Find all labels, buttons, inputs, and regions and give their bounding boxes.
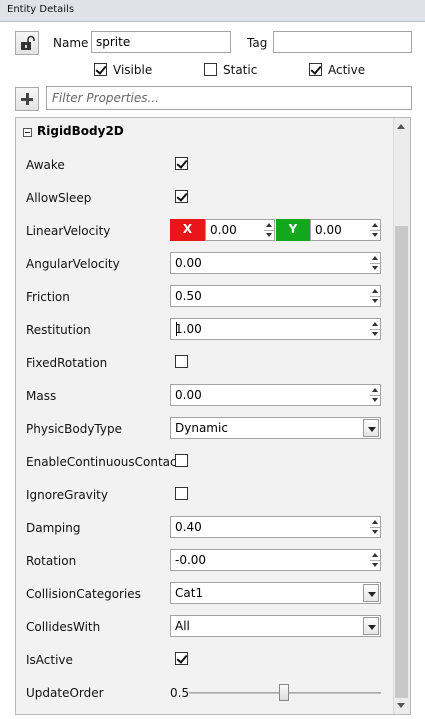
physic-body-type-select[interactable]: Dynamic [170,417,381,439]
allow-sleep-checkbox[interactable] [175,190,188,203]
active-label: Active [328,63,366,77]
damping-label: Damping [26,521,81,535]
is-active-checkbox[interactable] [175,652,188,665]
spin-arrows-icon[interactable] [264,220,274,240]
chevron-down-icon[interactable] [363,617,379,635]
tag-input[interactable] [273,31,412,53]
rotation-input[interactable]: -0.00 [170,549,381,571]
rotation-label: Rotation [26,554,77,568]
collision-categories-select[interactable]: Cat1 [170,582,381,604]
mass-label: Mass [26,389,57,403]
friction-input[interactable]: 0.50 [170,285,381,307]
visible-checkbox[interactable] [94,63,107,76]
linear-velocity-label: LinearVelocity [26,224,111,238]
rotation-value: -0.00 [175,553,207,567]
enable-continuous-contact-checkbox[interactable] [175,454,188,467]
damping-value: 0.40 [175,520,202,534]
collision-categories-label: CollisionCategories [26,587,141,601]
x-axis-tag: X [170,219,205,241]
vertical-scrollbar[interactable] [393,118,410,714]
awake-label: Awake [26,158,65,172]
tag-label: Tag [247,36,268,50]
group-header-rigidbody2d[interactable]: RigidBody2D [16,118,394,144]
fixed-rotation-label: FixedRotation [26,356,108,370]
spin-arrows-icon[interactable] [370,253,380,273]
awake-checkbox[interactable] [175,157,188,170]
restitution-label: Restitution [26,323,91,337]
visible-label: Visible [113,63,153,77]
active-checkbox[interactable] [309,63,322,76]
enable-continuous-contact-label: EnableContinuousContact [26,455,182,469]
panel-title: Entity Details [7,4,75,15]
collision-categories-value: Cat1 [175,586,204,600]
physic-body-type-label: PhysicBodyType [26,422,122,436]
restitution-input[interactable]: 1.00 [170,318,381,340]
spin-arrows-icon[interactable] [370,550,380,570]
spin-arrows-icon[interactable] [370,220,380,240]
update-order-slider-thumb[interactable] [279,684,289,701]
restitution-value: 1.00 [175,322,202,336]
spin-arrows-icon[interactable] [370,385,380,405]
static-label: Static [223,63,258,77]
allow-sleep-label: AllowSleep [26,191,92,205]
friction-label: Friction [26,290,70,304]
physic-body-type-value: Dynamic [175,421,228,435]
collapse-icon[interactable] [23,128,32,137]
angular-velocity-input[interactable]: 0.00 [170,252,381,274]
update-order-label: UpdateOrder [26,686,104,700]
spin-arrows-icon[interactable] [370,319,380,339]
spin-arrows-icon[interactable] [370,286,380,306]
scrollbar-thumb[interactable] [395,226,408,698]
friction-value: 0.50 [175,289,202,303]
angular-velocity-label: AngularVelocity [26,257,120,271]
scroll-up-arrow-icon[interactable] [393,118,410,135]
unlock-icon [21,35,35,50]
linear-velocity-x-value: 0.00 [210,223,237,237]
lock-button[interactable] [15,31,39,55]
spin-arrows-icon[interactable] [370,517,380,537]
collides-with-label: CollidesWith [26,620,101,634]
linear-velocity-x-input[interactable]: 0.00 [205,219,275,241]
name-input[interactable]: sprite [91,31,231,53]
chevron-down-icon[interactable] [363,584,379,602]
collides-with-select[interactable]: All [170,615,381,637]
update-order-value: 0.5 [170,686,190,700]
linear-velocity-y-input[interactable]: 0.00 [310,219,381,241]
chevron-down-icon[interactable] [363,419,379,437]
y-axis-tag: Y [276,219,310,241]
angular-velocity-value: 0.00 [175,256,202,270]
name-label: Name [53,36,89,50]
scroll-down-arrow-icon[interactable] [393,697,410,714]
is-active-label: IsActive [26,653,73,667]
property-panel: RigidBody2D Awake AllowSleep LinearVeloc… [15,117,411,715]
collides-with-value: All [175,619,190,633]
group-title: RigidBody2D [37,124,124,138]
mass-value: 0.00 [175,388,202,402]
panel-title-tab[interactable]: Entity Details [0,0,425,22]
ignore-gravity-checkbox[interactable] [175,487,188,500]
linear-velocity-y-value: 0.00 [315,223,342,237]
mass-input[interactable]: 0.00 [170,384,381,406]
ignore-gravity-label: IgnoreGravity [26,488,108,502]
static-checkbox[interactable] [204,63,217,76]
fixed-rotation-checkbox[interactable] [175,355,188,368]
filter-properties-input[interactable]: Filter Properties... [46,86,412,110]
add-component-button[interactable] [15,87,39,111]
damping-input[interactable]: 0.40 [170,516,381,538]
